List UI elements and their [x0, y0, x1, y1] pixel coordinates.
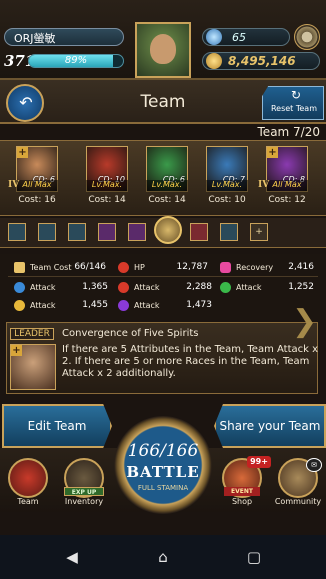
battle-label: BATTLE — [126, 463, 200, 481]
team-cost-value: 66/146 — [74, 262, 106, 272]
reset-team-label: Reset Team — [270, 104, 318, 113]
share-team-button[interactable]: Share your Team — [214, 404, 326, 448]
avatar-face — [150, 34, 176, 64]
exp-up-tag: EXP UP — [64, 487, 104, 496]
attack-label: Attack — [134, 301, 160, 310]
system-recents-icon[interactable]: ▢ — [246, 549, 262, 565]
rune-slot-icon[interactable] — [98, 223, 116, 241]
attack-label: Attack — [236, 283, 262, 292]
leader-skill-description: If there are 5 Attributes in the Team, T… — [62, 344, 319, 379]
center-emblem-icon[interactable] — [154, 216, 182, 244]
member-cost: Cost: 14 — [148, 195, 186, 205]
attack-label: Attack — [30, 301, 56, 310]
stats-divider — [8, 276, 318, 277]
gems-count: 65 — [232, 31, 246, 44]
coins-count: 8,495,146 — [228, 54, 296, 68]
member-level-badge: Lv.Max. — [86, 180, 128, 192]
rune-slot-icon[interactable] — [220, 223, 238, 241]
attack-value: 1,252 — [288, 282, 314, 292]
attribute-icon — [14, 282, 25, 293]
rune-slot-icon[interactable] — [8, 223, 26, 241]
rune-slot-icon[interactable] — [68, 223, 86, 241]
member-level-badge: All Max — [266, 180, 308, 192]
team-nav-icon[interactable] — [8, 458, 48, 498]
hp-value: 12,787 — [176, 262, 209, 272]
attack-value: 1,365 — [82, 282, 108, 292]
settings-gear-icon[interactable] — [294, 24, 320, 50]
battle-sub-label: FULL STAMINA — [137, 484, 189, 492]
battle-stamina: 166/166 — [127, 441, 199, 461]
shop-badge: 99+ — [247, 456, 271, 468]
leader-tag: LEADER — [10, 328, 54, 340]
add-slot-button[interactable]: + — [250, 223, 268, 241]
leader-skill-name: Convergence of Five Spirits — [62, 328, 199, 339]
leader-plus-icon: + — [11, 345, 22, 356]
system-home-icon[interactable]: ⌂ — [155, 549, 171, 565]
member-plus-icon: + — [267, 147, 278, 158]
event-tag: EVENT — [224, 487, 260, 496]
member-cost: Cost: 12 — [268, 195, 306, 205]
attack-value: 1,473 — [186, 300, 212, 310]
attack-value: 2,288 — [186, 282, 212, 292]
team-cost-icon — [14, 262, 25, 273]
member-cost: Cost: 16 — [18, 195, 56, 205]
hp-icon — [118, 262, 129, 273]
chevron-right-icon[interactable]: ❯ — [292, 304, 317, 339]
recovery-icon — [220, 262, 231, 273]
member-refine-level: IV — [8, 180, 20, 190]
hp-label: HP — [134, 263, 145, 272]
system-back-icon[interactable]: ◀ — [64, 549, 80, 565]
nav-shop-label: Shop — [231, 497, 253, 506]
attribute-icon — [220, 282, 231, 293]
nav-team-label: Team — [17, 497, 39, 506]
gem-icon — [206, 29, 222, 45]
rune-slot-icon[interactable] — [38, 223, 56, 241]
nav-inventory-label: Inventory — [64, 497, 104, 506]
reset-icon: ↻ — [290, 88, 302, 102]
member-level-badge: Lv.Max. — [146, 180, 188, 192]
member-refine-level: IV — [258, 180, 270, 190]
rune-slot-icon[interactable] — [128, 223, 146, 241]
member-plus-icon: + — [17, 147, 28, 158]
attribute-icon — [14, 300, 25, 311]
member-level-badge: Lv.Max. — [206, 180, 248, 192]
member-cost: Cost: 10 — [208, 195, 246, 205]
member-level-badge: All Max — [16, 180, 58, 192]
edit-team-button[interactable]: Edit Team — [2, 404, 112, 448]
recovery-label: Recovery — [236, 263, 274, 272]
attack-label: Attack — [134, 283, 160, 292]
member-cost: Cost: 14 — [88, 195, 126, 205]
team-counter: Team 7/20 — [257, 125, 320, 139]
nav-community-label: Community — [274, 497, 322, 506]
mail-icon[interactable]: ✉ — [306, 458, 322, 472]
attack-label: Attack — [30, 283, 56, 292]
attribute-icon — [118, 282, 129, 293]
coin-icon — [206, 53, 222, 69]
attack-value: 1,455 — [82, 300, 108, 310]
player-name: ORJ螢敏 — [14, 32, 56, 45]
rune-slot-icon[interactable] — [190, 223, 208, 241]
recovery-value: 2,416 — [288, 262, 314, 272]
exp-percent: 89% — [64, 55, 88, 66]
attribute-icon — [118, 300, 129, 311]
